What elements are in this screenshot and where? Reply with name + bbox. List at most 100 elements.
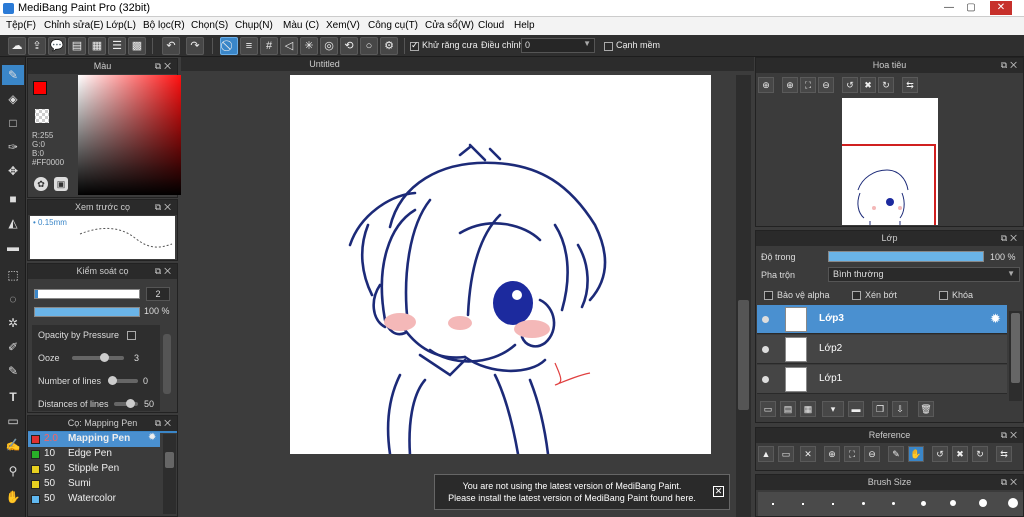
size-preset-dot[interactable] — [832, 503, 834, 505]
hand-tool-icon[interactable]: ✋ — [2, 487, 24, 507]
reset-view-icon[interactable]: ✖ — [952, 446, 968, 462]
close-reference-icon[interactable]: ✕ — [800, 446, 816, 462]
brush-list-scrollbar[interactable] — [163, 434, 176, 514]
folder-icon[interactable]: ▬ — [848, 401, 864, 417]
save-icon[interactable]: ▤ — [68, 37, 86, 55]
ellipse-snap-icon[interactable]: ○ — [360, 37, 378, 55]
brush-size-input[interactable]: 2 — [146, 287, 170, 301]
distance-knob[interactable] — [126, 399, 135, 408]
select-pen-tool-icon[interactable]: ✐ — [2, 337, 24, 357]
maximize-button[interactable]: ▢ — [962, 1, 980, 15]
rotate-right-icon[interactable]: ↻ — [972, 446, 988, 462]
panel-controls[interactable]: ⧉✕ — [1001, 231, 1020, 246]
new-halftone-layer-icon[interactable]: ▤ — [780, 401, 796, 417]
soft-edge-checkbox[interactable] — [604, 42, 613, 51]
add-layer-menu-icon[interactable]: ▾ — [822, 401, 844, 417]
panel-controls[interactable]: ⧉✕ — [1001, 475, 1020, 490]
layer-settings-gear-icon[interactable]: ✹ — [990, 311, 1001, 327]
menu-layer[interactable]: Lớp(L) — [106, 20, 136, 31]
canvas-scroll-thumb[interactable] — [738, 300, 749, 410]
move-tool-icon[interactable]: ✥ — [2, 161, 24, 181]
panel-controls[interactable]: ⧉✕ — [155, 200, 174, 215]
brush-item-mapping-pen[interactable]: 2.0 Mapping Pen ✹ — [28, 432, 160, 447]
parallel-snap-icon[interactable]: ≡ — [240, 37, 258, 55]
lock-checkbox[interactable] — [939, 291, 948, 300]
main-color-swatch[interactable] — [33, 81, 47, 95]
brush-item-stipple-pen[interactable]: 50 Stipple Pen — [28, 462, 160, 477]
viewport-indicator[interactable] — [842, 144, 936, 225]
crisscross-snap-icon[interactable]: # — [260, 37, 278, 55]
lasso-tool-icon[interactable]: ◌ — [2, 289, 24, 309]
clipping-checkbox[interactable] — [852, 291, 861, 300]
flip-icon[interactable]: ⇆ — [996, 446, 1012, 462]
bucket-tool-icon[interactable]: ◭ — [2, 213, 24, 233]
hand-icon[interactable]: ✋ — [908, 446, 924, 462]
upload-icon[interactable]: ▲ — [758, 446, 774, 462]
visibility-icon[interactable] — [762, 376, 769, 383]
snap-off-icon[interactable]: ⃠ — [220, 37, 238, 55]
saturation-value-picker[interactable] — [78, 75, 188, 195]
close-icon[interactable]: ✕ — [713, 486, 724, 497]
brush-list-scroll-thumb[interactable] — [165, 452, 174, 468]
lines-knob[interactable] — [108, 376, 117, 385]
size-preset-dot[interactable] — [979, 499, 987, 507]
layer-item-2[interactable]: Lớp2 — [757, 335, 1007, 364]
eraser-tool-icon[interactable]: ◈ — [2, 89, 24, 109]
ooze-slider[interactable] — [72, 356, 124, 360]
select-rect-tool-icon[interactable]: ⬚ — [2, 265, 24, 285]
size-preset-dot[interactable] — [862, 502, 865, 505]
brush-tool-icon[interactable]: ✎ — [2, 65, 24, 85]
visibility-icon[interactable] — [762, 346, 769, 353]
fit-screen-icon[interactable]: ⛶ — [800, 77, 816, 93]
rotate-left-icon[interactable]: ↺ — [932, 446, 948, 462]
circle-snap-icon[interactable]: ◎ — [320, 37, 338, 55]
panel-controls[interactable]: ⧉✕ — [1001, 428, 1020, 443]
menu-edit[interactable]: Chỉnh sửa(E) — [44, 20, 104, 31]
size-preset-dot[interactable] — [892, 502, 895, 505]
text-tool-icon[interactable]: T — [2, 387, 24, 407]
delete-layer-icon[interactable]: 🗑 — [918, 401, 934, 417]
brush-control-scrollbar[interactable] — [163, 334, 171, 394]
panel-controls[interactable]: ⧉✕ — [155, 59, 174, 74]
layer-opacity-slider[interactable] — [828, 251, 984, 262]
panel-controls[interactable]: ⧉✕ — [155, 264, 174, 279]
zoom-fit-icon[interactable]: ⊕ — [758, 77, 774, 93]
minimize-button[interactable]: — — [940, 1, 958, 15]
opacity-slider[interactable] — [34, 307, 140, 317]
undo-icon[interactable]: ↶ — [162, 37, 180, 55]
menu-cloud[interactable]: Cloud — [478, 20, 504, 31]
share-icon[interactable]: ⇪ — [28, 37, 46, 55]
divide-tool-icon[interactable]: ▭ — [2, 411, 24, 431]
new-8bit-layer-icon[interactable]: ▦ — [800, 401, 816, 417]
menu-view[interactable]: Xem(V) — [326, 20, 360, 31]
magic-wand-tool-icon[interactable]: ✲ — [2, 313, 24, 333]
zoom-in-icon[interactable]: ⊕ — [782, 77, 798, 93]
brush-item-watercolor[interactable]: 50 Watercolor — [28, 492, 160, 507]
panel-controls[interactable]: ⧉✕ — [1001, 58, 1020, 73]
document-icon[interactable]: ▦ — [88, 37, 106, 55]
layers-list-icon[interactable]: ☰ — [108, 37, 126, 55]
zoom-out-icon[interactable]: ⊖ — [818, 77, 834, 93]
menu-filter[interactable]: Bộ lọc(R) — [143, 20, 185, 31]
menu-file[interactable]: Tệp(F) — [6, 20, 36, 31]
navigator-thumbnail[interactable] — [842, 98, 938, 225]
antialias-checkbox[interactable] — [410, 40, 419, 51]
pen-line-tool-icon[interactable]: ✑ — [2, 137, 24, 157]
comment-icon[interactable]: 💬 — [48, 37, 66, 55]
brush-item-sumi[interactable]: 50 Sumi — [28, 477, 160, 492]
rotate-right-icon[interactable]: ↻ — [878, 77, 894, 93]
menu-window[interactable]: Cửa sổ(W) — [425, 20, 474, 31]
size-preset-dot[interactable] — [772, 503, 774, 505]
cloud-icon[interactable]: ☁ — [8, 37, 26, 55]
color-wheel-icon[interactable]: ✿ — [34, 177, 48, 191]
vanishing-snap-icon[interactable]: ◁ — [280, 37, 298, 55]
brush-settings-gear-icon[interactable]: ✹ — [148, 432, 156, 443]
correction-select[interactable]: 0 ▼ — [521, 38, 595, 53]
flip-icon[interactable]: ⇆ — [902, 77, 918, 93]
duplicate-layer-icon[interactable]: ❐ — [872, 401, 888, 417]
fill-rect-tool-icon[interactable]: ■ — [2, 189, 24, 209]
grid-icon[interactable]: ▩ — [128, 37, 146, 55]
brush-item-edge-pen[interactable]: 10 Edge Pen — [28, 447, 160, 462]
redo-icon[interactable]: ↷ — [186, 37, 204, 55]
ooze-knob[interactable] — [100, 353, 109, 362]
